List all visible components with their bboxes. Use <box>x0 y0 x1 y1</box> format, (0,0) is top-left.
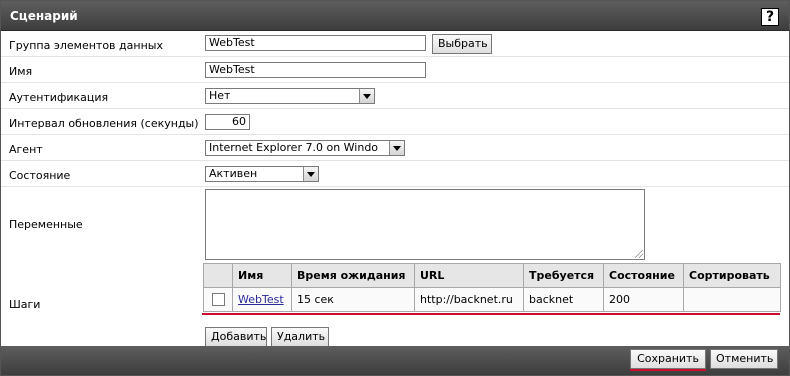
highlight-underline <box>202 313 780 315</box>
scenario-window: Сценарий ? Группа элементов данных WebTe… <box>0 0 790 376</box>
footer-bar: Сохранить Отменить <box>1 346 789 375</box>
step-name-cell: WebTest <box>232 287 292 312</box>
group-label: Группа элементов данных <box>9 39 163 52</box>
save-highlight-underline <box>630 369 706 371</box>
add-step-button[interactable]: Добавить <box>205 327 267 347</box>
title-bar: Сценарий ? <box>1 1 789 31</box>
table-row: WebTest 15 сек http://backnet.ru backnet… <box>203 287 781 312</box>
name-input[interactable]: WebTest <box>205 62 426 78</box>
steps-label: Шаги <box>9 298 41 311</box>
status-select[interactable]: Активен <box>205 166 319 182</box>
group-row: Группа элементов данных WebTest Выбрать <box>1 32 789 57</box>
row-checkbox[interactable] <box>211 293 225 307</box>
cancel-button[interactable]: Отменить <box>710 349 778 369</box>
variables-label: Переменные <box>9 218 83 231</box>
interval-input[interactable]: 60 <box>205 114 250 130</box>
status-row: Состояние Активен <box>1 162 789 187</box>
agent-row: Агент Internet Explorer 7.0 on Windo <box>1 136 789 161</box>
step-status-cell: 200 <box>603 287 684 312</box>
step-url-cell: http://backnet.ru <box>414 287 524 312</box>
col-required[interactable]: Требуется <box>523 263 604 288</box>
agent-select-value: Internet Explorer 7.0 on Windo <box>209 141 379 154</box>
delete-step-button[interactable]: Удалить <box>271 327 329 347</box>
col-select <box>203 263 233 288</box>
group-input[interactable]: WebTest <box>205 35 426 51</box>
col-name[interactable]: Имя <box>232 263 292 288</box>
auth-select-value: Нет <box>209 89 231 102</box>
status-label: Состояние <box>9 169 71 182</box>
agent-label: Агент <box>9 143 43 156</box>
select-group-button[interactable]: Выбрать <box>432 34 492 54</box>
chevron-down-icon[interactable] <box>303 167 318 181</box>
agent-select[interactable]: Internet Explorer 7.0 on Windo <box>205 140 405 156</box>
steps-table: Имя Время ожидания URL Требуется Состоян… <box>203 263 781 312</box>
status-select-value: Активен <box>209 167 258 180</box>
col-sort[interactable]: Сортировать <box>683 263 781 288</box>
auth-row: Аутентификация Нет <box>1 84 789 109</box>
steps-header-row: Имя Время ожидания URL Требуется Состоян… <box>203 263 781 288</box>
step-required-cell: backnet <box>523 287 604 312</box>
step-name-link[interactable]: WebTest <box>238 293 284 306</box>
col-timeout[interactable]: Время ожидания <box>291 263 415 288</box>
col-url[interactable]: URL <box>414 263 524 288</box>
variables-textarea[interactable] <box>205 189 645 260</box>
chevron-down-icon[interactable] <box>389 141 404 155</box>
step-timeout-cell: 15 сек <box>291 287 415 312</box>
row-select-cell <box>203 287 233 312</box>
chevron-down-icon[interactable] <box>359 89 374 103</box>
resize-handle-icon[interactable] <box>635 250 643 258</box>
save-button[interactable]: Сохранить <box>630 349 706 369</box>
interval-label: Интервал обновления (секунды) <box>9 117 199 130</box>
name-row: Имя WebTest <box>1 58 789 83</box>
name-label: Имя <box>9 65 33 78</box>
interval-row: Интервал обновления (секунды) 60 <box>1 110 789 135</box>
auth-select[interactable]: Нет <box>205 88 375 104</box>
window-title: Сценарий <box>10 9 78 23</box>
help-icon[interactable]: ? <box>761 8 779 26</box>
auth-label: Аутентификация <box>9 91 109 104</box>
step-sort-cell <box>683 287 781 312</box>
col-status[interactable]: Состояние <box>603 263 684 288</box>
